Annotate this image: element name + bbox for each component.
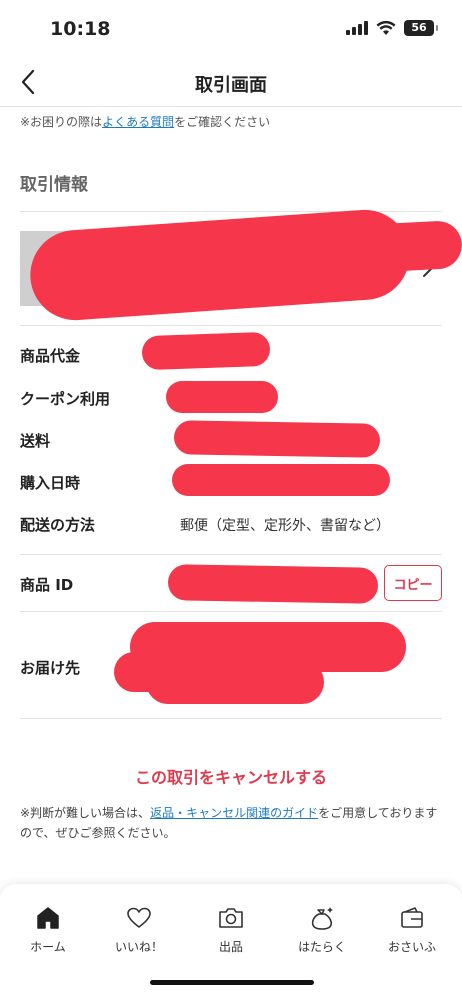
- tab-sell[interactable]: 出品: [191, 904, 271, 955]
- guide-link[interactable]: 返品・キャンセル関連のガイド: [150, 806, 318, 820]
- status-time: 10:18: [50, 18, 111, 40]
- status-bar: 10:18 56: [0, 0, 462, 58]
- faq-link[interactable]: よくある質問: [102, 115, 174, 129]
- help-note-prefix: ※お困りの際は: [20, 115, 103, 129]
- help-note: ※お困りの際はよくある質問をご確認ください: [20, 113, 270, 130]
- redaction-mark: [166, 381, 278, 413]
- battery-icon: 56: [404, 20, 438, 36]
- redaction-mark: [167, 564, 379, 604]
- redaction-mark: [146, 660, 324, 704]
- redaction-mark: [172, 464, 390, 496]
- home-indicator: [150, 980, 314, 985]
- money-bag-icon: [311, 907, 333, 930]
- coupon-label: クーポン利用: [20, 390, 111, 408]
- wifi-icon: [376, 20, 396, 35]
- divider: [20, 325, 442, 326]
- tab-label: ホーム: [30, 940, 66, 954]
- address-label: お届け先: [20, 659, 81, 677]
- heart-icon: [127, 907, 151, 928]
- redaction-mark: [173, 420, 381, 458]
- delivery-method-label: 配送の方法: [20, 516, 96, 534]
- redaction-mark: [141, 331, 271, 371]
- signal-icon: [346, 21, 368, 35]
- cancel-transaction-link[interactable]: この取引をキャンセルする: [0, 764, 462, 788]
- tab-work[interactable]: はたらく: [282, 904, 362, 955]
- guide-note: ※判断が難しい場合は、返品・キャンセル関連のガイドをご用意しておりますので、ぜひ…: [20, 803, 444, 843]
- camera-icon: [219, 908, 243, 928]
- purchase-date-label: 購入日時: [20, 474, 81, 492]
- divider: [20, 611, 442, 612]
- tab-likes[interactable]: いいね！: [99, 904, 179, 955]
- status-icons: 56: [346, 20, 438, 36]
- price-label: 商品代金: [20, 347, 81, 365]
- guide-note-prefix: ※判断が難しい場合は、: [20, 806, 151, 820]
- item-id-label: 商品 ID: [20, 576, 74, 594]
- tab-label: 出品: [218, 940, 243, 954]
- copy-button[interactable]: コピー: [384, 565, 442, 601]
- tab-label: おさいふ: [387, 940, 436, 954]
- divider: [20, 718, 442, 719]
- wallet-icon: [401, 907, 423, 928]
- tab-label: はたらく: [298, 940, 346, 954]
- help-note-suffix: をご確認ください: [174, 115, 271, 129]
- nav-bar: 取引画面: [0, 58, 462, 107]
- page-title: 取引画面: [195, 75, 267, 96]
- shipping-label: 送料: [20, 432, 51, 450]
- tab-home[interactable]: ホーム: [8, 904, 88, 955]
- tab-wallet[interactable]: おさいふ: [372, 904, 452, 955]
- divider: [20, 554, 442, 555]
- tab-label: いいね！: [114, 940, 163, 954]
- delivery-method-value: 郵便（定型、定形外、書留など）: [180, 518, 390, 534]
- section-title: 取引情報: [20, 175, 88, 195]
- home-icon: [37, 907, 59, 929]
